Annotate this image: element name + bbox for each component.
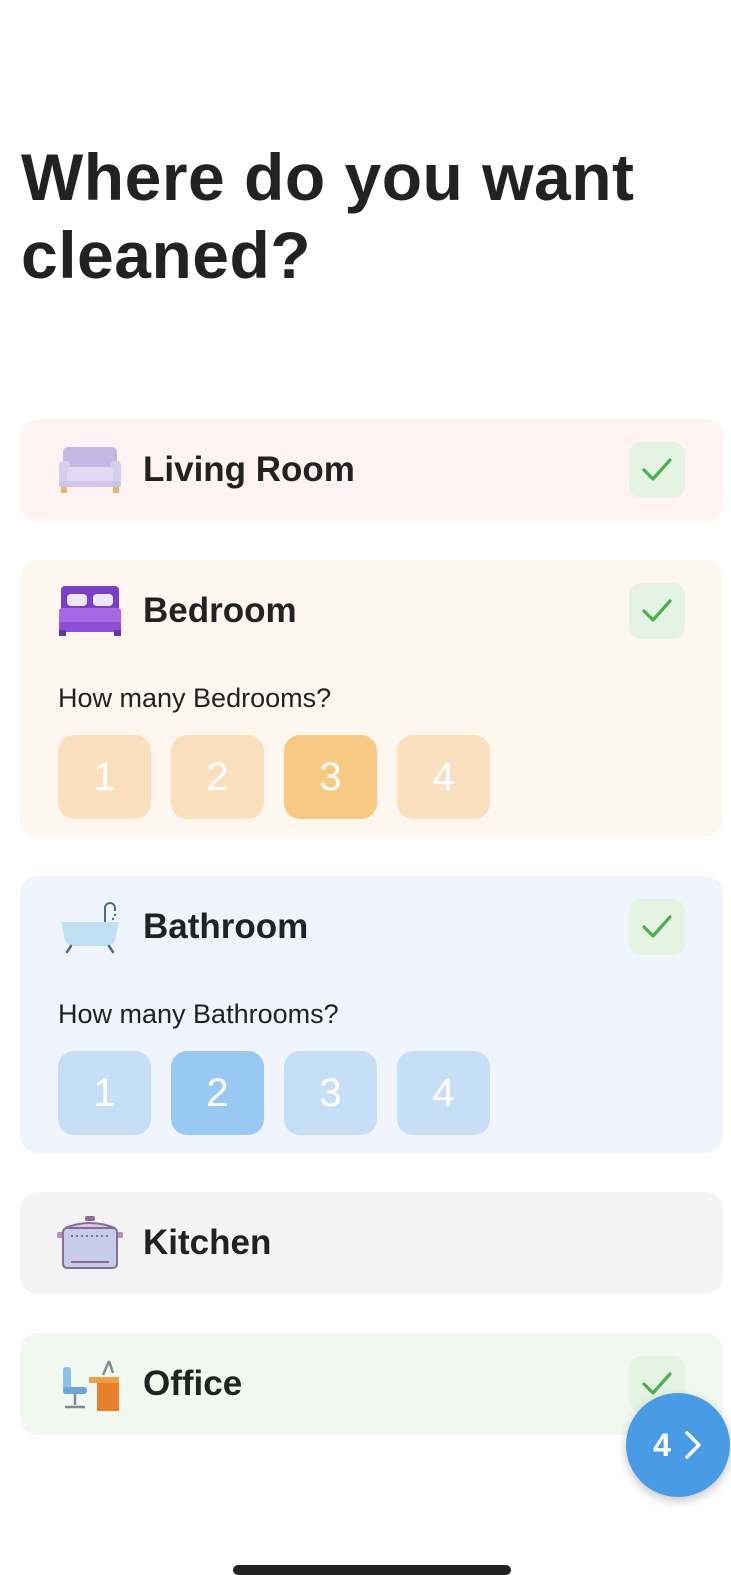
bedroom-count-option-1[interactable]: 1 [58, 735, 151, 819]
room-card-office[interactable]: Office [20, 1333, 723, 1435]
bed-icon [57, 584, 123, 638]
room-card-kitchen[interactable]: Kitchen [20, 1192, 723, 1294]
continue-fab[interactable]: 4 [626, 1393, 730, 1497]
room-selected-checkbox[interactable] [629, 583, 685, 639]
bedroom-count-option-4[interactable]: 4 [397, 735, 490, 819]
bedroom-count-option-2[interactable]: 2 [171, 735, 264, 819]
page-title: Where do you want cleaned? [21, 140, 635, 292]
room-label: Office [143, 1364, 243, 1403]
bathroom-count-option-3[interactable]: 3 [284, 1051, 377, 1135]
room-label: Bathroom [143, 907, 309, 946]
office-desk-icon [57, 1357, 123, 1411]
bathroom-count-option-2[interactable]: 2 [171, 1051, 264, 1135]
room-card-bedroom[interactable]: Bedroom How many Bedrooms? 1 2 3 4 [20, 560, 723, 837]
bathroom-count-option-4[interactable]: 4 [397, 1051, 490, 1135]
room-selected-checkbox[interactable] [629, 442, 685, 498]
room-card-bathroom[interactable]: Bathroom How many Bathrooms? 1 2 3 4 [20, 876, 723, 1153]
bedroom-count-question: How many Bedrooms? [58, 683, 332, 713]
room-label: Bedroom [143, 591, 297, 630]
room-card-living-room[interactable]: Living Room [20, 419, 723, 521]
room-label: Kitchen [143, 1223, 272, 1262]
bathroom-count-question: How many Bathrooms? [58, 999, 339, 1029]
bedroom-count-option-3[interactable]: 3 [284, 735, 377, 819]
bathroom-count-option-1[interactable]: 1 [58, 1051, 151, 1135]
home-indicator[interactable] [233, 1565, 511, 1575]
selected-count-badge: 4 [653, 1427, 671, 1463]
bathtub-icon [57, 900, 123, 954]
checkmark-icon [642, 599, 672, 622]
checkmark-icon [642, 458, 672, 481]
room-selected-checkbox[interactable] [629, 899, 685, 955]
checkmark-icon [642, 915, 672, 938]
cooking-pot-icon [57, 1216, 123, 1270]
sofa-icon [57, 443, 123, 497]
room-label: Living Room [143, 450, 355, 489]
chevron-right-icon [685, 1431, 701, 1459]
